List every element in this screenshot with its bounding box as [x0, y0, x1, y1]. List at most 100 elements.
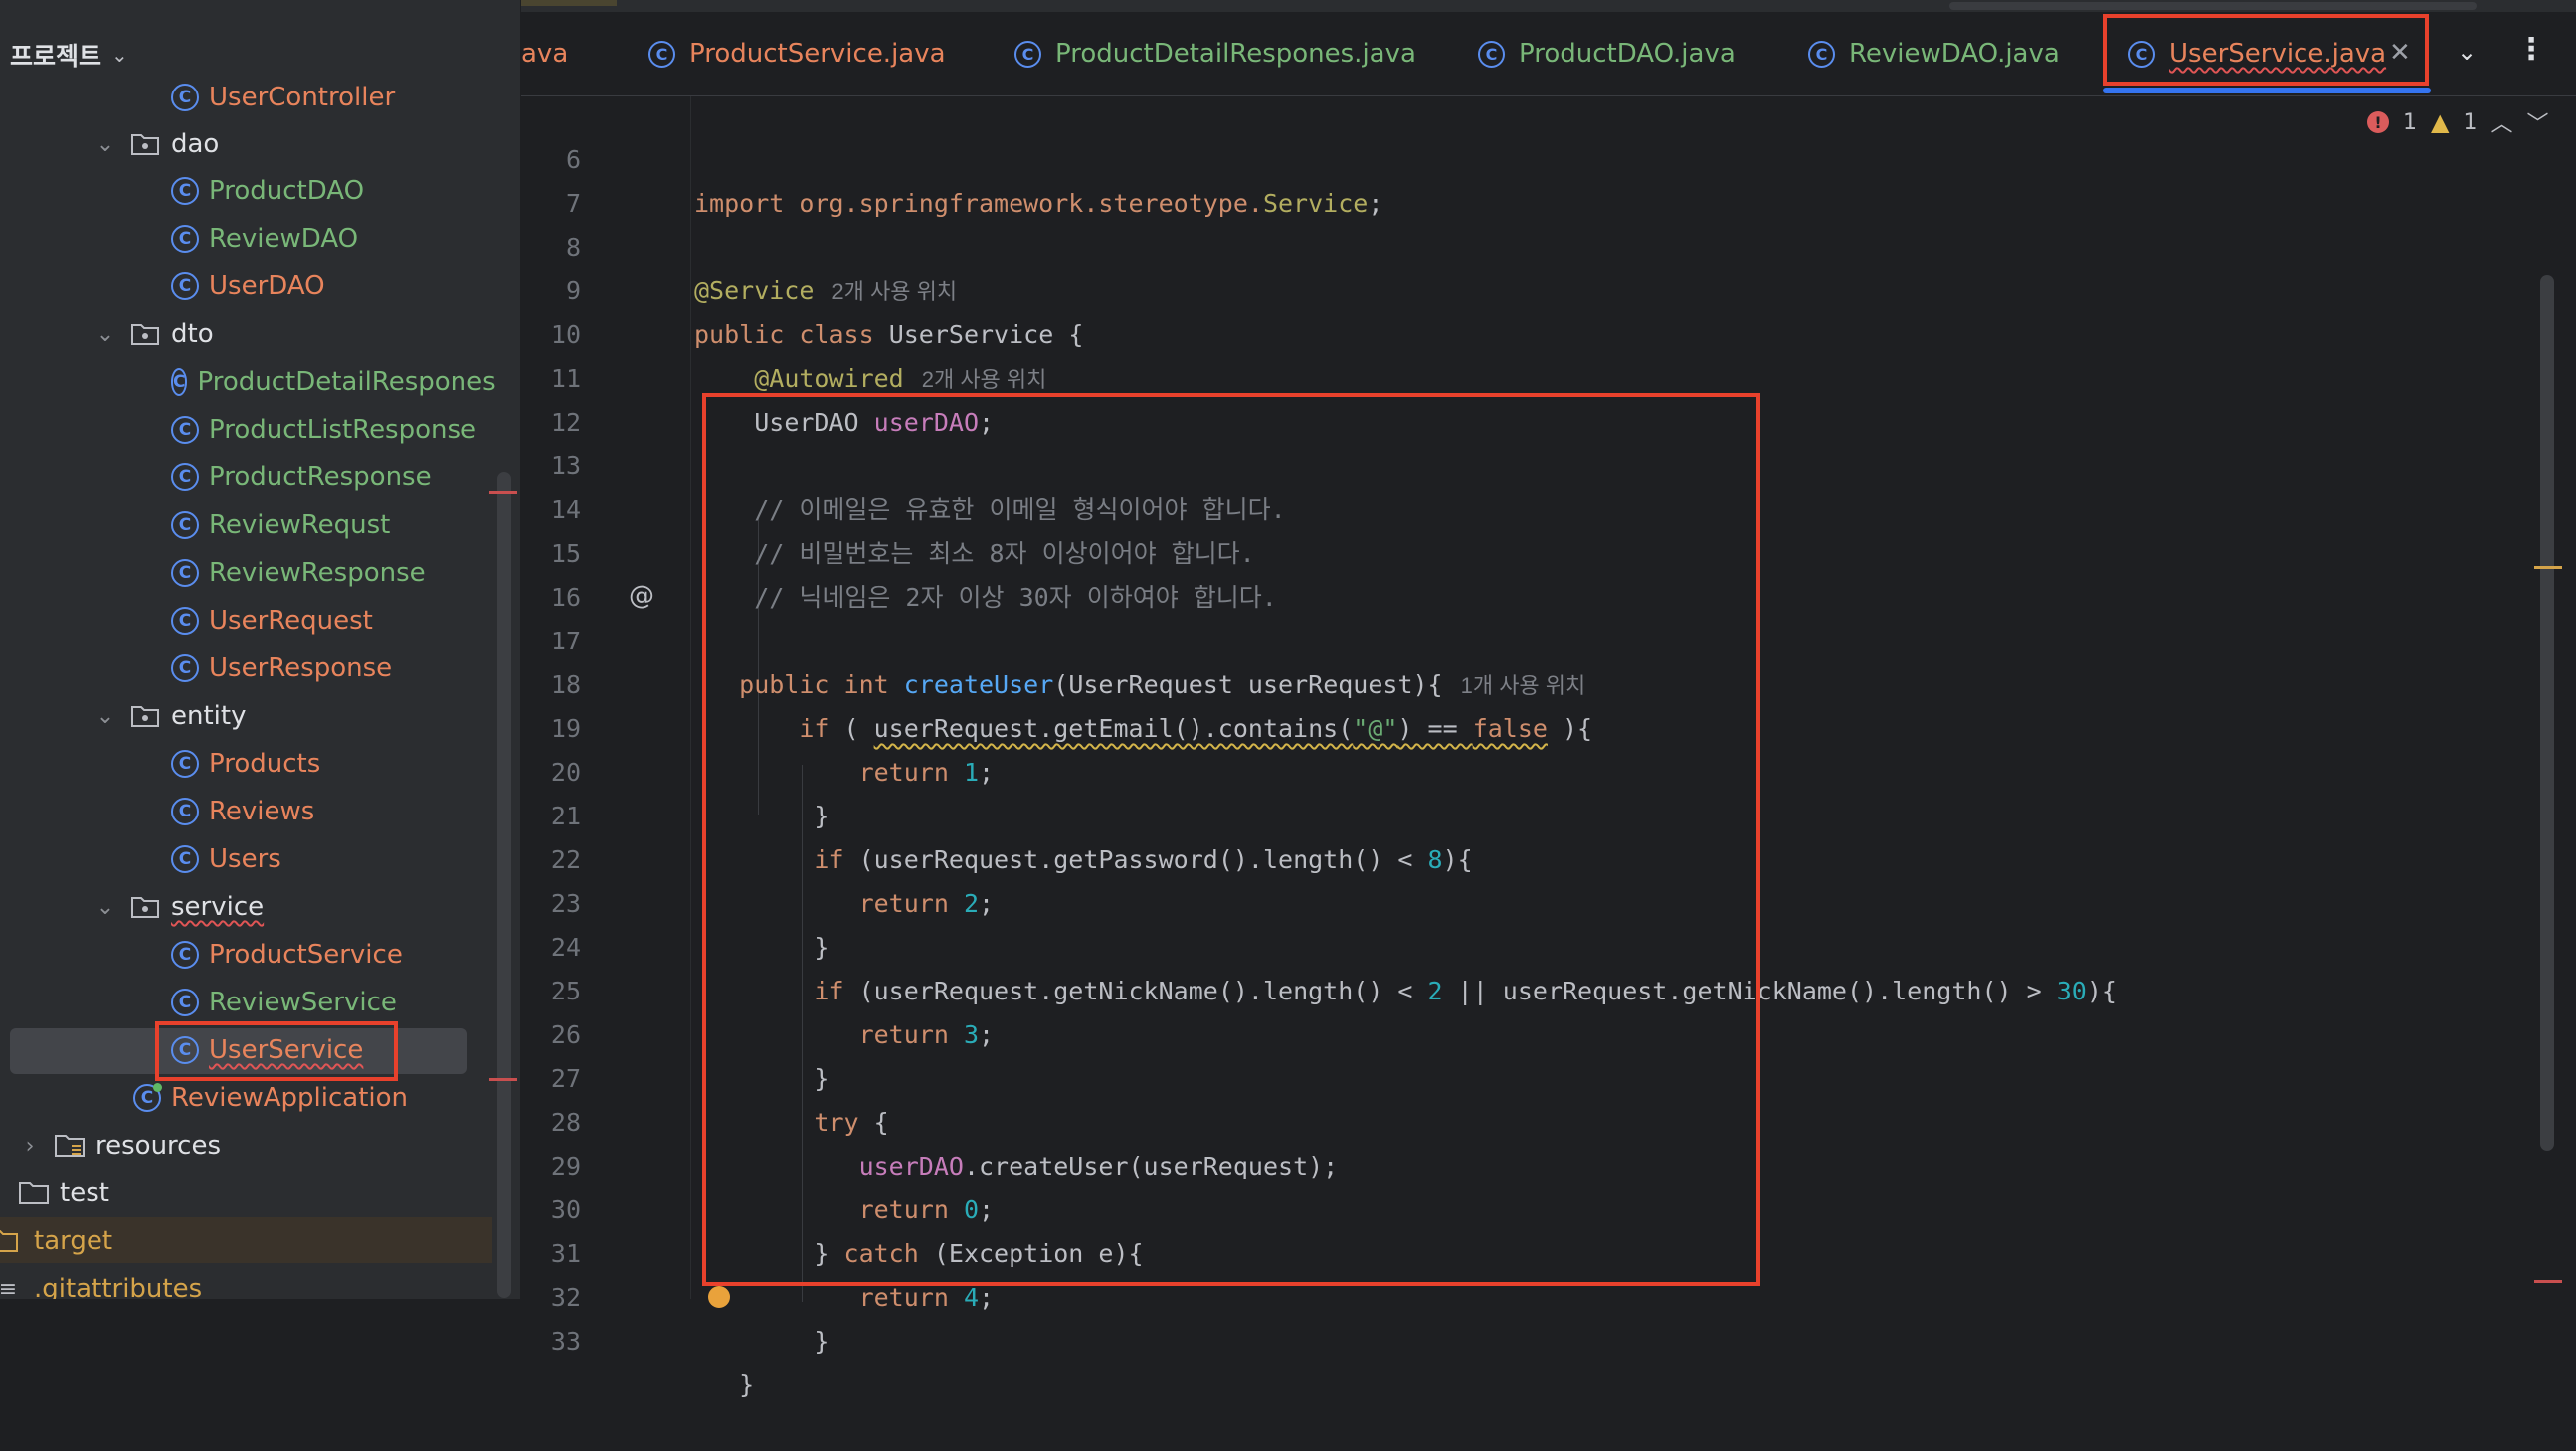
tree-folder-service[interactable]: ⌄ service	[93, 885, 490, 929]
tree-folder-resources[interactable]: › resources	[18, 1124, 490, 1168]
tree-folder-dao[interactable]: ⌄ dao	[93, 122, 490, 166]
tree-item-label: ReviewApplication	[171, 1083, 409, 1113]
tree-item-label: ReviewRequst	[209, 510, 391, 540]
tree-item-label: ProductResponse	[209, 462, 432, 492]
tree-item-label: ProductListResponse	[209, 415, 477, 445]
chevron-right-icon[interactable]: ›	[18, 1134, 42, 1159]
package-icon	[129, 318, 161, 350]
chevron-down-icon[interactable]: ⌄	[2457, 38, 2477, 66]
chevron-down-icon[interactable]: ⌄	[93, 895, 117, 920]
tree-item-label: dto	[171, 319, 214, 349]
package-icon	[129, 700, 161, 732]
highlight-userservice-tree	[155, 1021, 398, 1081]
class-icon: C	[171, 989, 199, 1016]
package-icon	[129, 891, 161, 923]
tree-item-reviewresponse[interactable]: C ReviewResponse	[171, 551, 490, 595]
tree-item-label: UserController	[209, 83, 396, 112]
tree-item-reviewrequst[interactable]: C ReviewRequst	[171, 503, 490, 547]
tree-folder-target[interactable]: target	[0, 1219, 490, 1263]
tree-item-productlistresponse[interactable]: C ProductListResponse	[171, 408, 490, 452]
class-icon: C	[171, 272, 199, 300]
tab-label: ProductDetailRespones.java	[1055, 39, 1416, 69]
tree-item-label: Users	[209, 844, 281, 874]
class-icon: C	[171, 416, 199, 444]
tree-item-label: service	[171, 892, 265, 922]
code-line: 7	[521, 138, 2510, 218]
tree-item-label: test	[60, 1179, 109, 1208]
tree-folder-dto[interactable]: ⌄ dto	[93, 312, 490, 356]
tab-reviewdao[interactable]: C ReviewDAO.java	[1808, 12, 2060, 95]
tree-item-reviewapplication[interactable]: C ReviewApplication	[133, 1076, 490, 1120]
project-sidebar: 프로젝트 ⌄ C UserController ⌄ dao C ProductD…	[0, 0, 521, 1299]
file-icon: ≡	[0, 1276, 18, 1300]
tab-label: ReviewDAO.java	[1849, 39, 2060, 69]
tree-file-gitattributes[interactable]: ≡ .gitattributes	[0, 1267, 490, 1299]
project-view-selector[interactable]: 프로젝트 ⌄	[10, 34, 128, 76]
tab-productservice[interactable]: C ProductService.java	[648, 12, 946, 95]
tree-item-userdao[interactable]: C UserDAO	[171, 265, 490, 308]
tab-label: ProductDAO.java	[1519, 39, 1736, 69]
tab-partial-java[interactable]: ava	[521, 12, 568, 95]
code-line: 10 @Autowired 2개 사용 위치	[521, 270, 2510, 393]
class-icon: C	[171, 607, 199, 635]
tree-item-label: ProductDAO	[209, 176, 365, 206]
tree-item-label: UserResponse	[209, 653, 393, 683]
editor-scrollbar[interactable]	[2540, 275, 2554, 1151]
class-icon: C	[1014, 40, 1041, 68]
chevron-down-icon: ⌄	[111, 43, 128, 67]
class-icon: C	[171, 654, 199, 682]
tree-item-label: ProductDetailRespones	[197, 367, 496, 397]
lightbulb-icon[interactable]	[708, 1286, 730, 1308]
tree-folder-entity[interactable]: ⌄ entity	[93, 694, 490, 738]
chevron-down-icon[interactable]: ﹀	[2526, 106, 2548, 138]
tab-label: ProductService.java	[689, 39, 946, 69]
tree-item-userrequest[interactable]: C UserRequest	[171, 599, 490, 642]
tree-item-productdao[interactable]: C ProductDAO	[171, 169, 490, 213]
tree-item-label: .gitattributes	[34, 1274, 203, 1299]
resources-folder-icon	[54, 1130, 86, 1162]
code-editor[interactable]: ! 1 ▲ 1 ︿ ﹀ 6 import org.springframework…	[521, 94, 2576, 1399]
tree-item-productservice[interactable]: C ProductService	[171, 933, 490, 977]
tree-item-reviewservice[interactable]: C ReviewService	[171, 981, 490, 1024]
class-icon: C	[171, 177, 199, 205]
class-icon: C	[171, 559, 199, 587]
tree-item-label: Products	[209, 749, 321, 779]
tree-item-productdetailrespones[interactable]: C ProductDetailRespones	[171, 360, 496, 404]
folder-icon	[18, 1178, 50, 1209]
package-icon	[129, 128, 161, 160]
code-token: }	[814, 1327, 829, 1356]
chevron-down-icon[interactable]: ⌄	[93, 322, 117, 347]
tree-item-label: target	[34, 1226, 113, 1256]
tree-item-label: ReviewResponse	[209, 558, 426, 588]
warning-marker[interactable]	[2534, 566, 2562, 569]
tree-item-productresponse[interactable]: C ProductResponse	[171, 455, 490, 499]
excluded-folder-icon	[0, 1225, 24, 1257]
code-line: 6 import org.springframework.stereotype.…	[521, 94, 2510, 218]
class-icon: C	[171, 84, 199, 111]
class-icon: C	[1478, 40, 1505, 68]
more-options-icon[interactable]: ⋮	[2516, 32, 2546, 67]
tree-item-usercontroller[interactable]: C UserController	[171, 76, 490, 119]
tree-item-userresponse[interactable]: C UserResponse	[171, 646, 490, 690]
tab-scrollbar[interactable]	[1949, 2, 2477, 10]
chevron-down-icon[interactable]: ⌄	[93, 704, 117, 729]
tree-item-products[interactable]: C Products	[171, 742, 490, 786]
tab-productdetailrespones[interactable]: C ProductDetailRespones.java	[1014, 12, 1416, 95]
class-icon: C	[171, 225, 199, 253]
tree-item-reviews[interactable]: C Reviews	[171, 790, 490, 833]
code-line: 9 public class UserService {	[521, 226, 2510, 349]
tree-item-label: ProductService	[209, 940, 403, 970]
code-line: 8 @Service 2개 사용 위치	[521, 182, 2510, 305]
class-icon: C	[171, 845, 199, 873]
class-icon: C	[171, 750, 199, 778]
tree-item-users[interactable]: C Users	[171, 837, 490, 881]
tree-item-label: UserDAO	[209, 272, 325, 301]
sidebar-scrollbar[interactable]	[497, 472, 511, 1298]
tree-item-reviewdao[interactable]: C ReviewDAO	[171, 217, 490, 261]
error-marker[interactable]	[2534, 1280, 2562, 1283]
implementation-at-icon[interactable]: @	[629, 581, 658, 611]
tab-label: ava	[521, 39, 569, 69]
tree-folder-test[interactable]: test	[18, 1172, 490, 1215]
tab-productdao[interactable]: C ProductDAO.java	[1478, 12, 1736, 95]
chevron-down-icon[interactable]: ⌄	[93, 132, 117, 157]
